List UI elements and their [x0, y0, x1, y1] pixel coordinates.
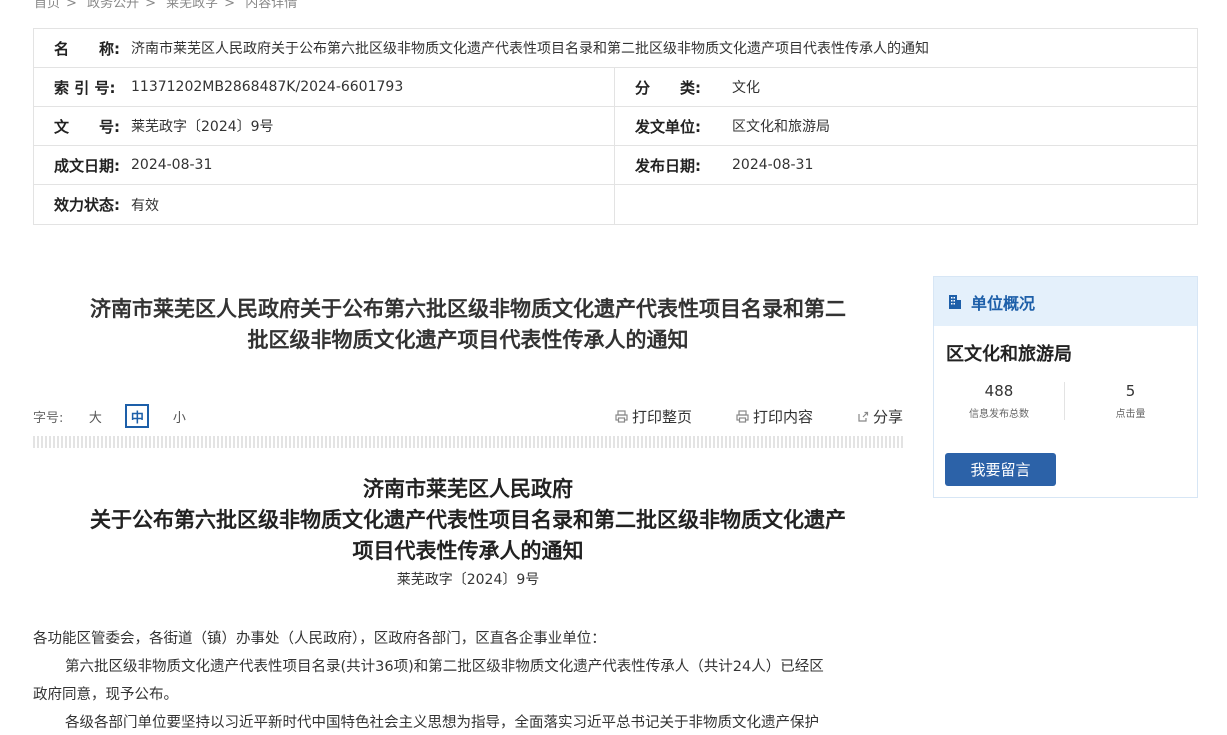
share-button[interactable]: 分享	[857, 406, 903, 427]
breadcrumb-detail: 内容详情	[245, 0, 298, 11]
building-icon	[949, 294, 961, 309]
unit-overview-title: 单位概况	[971, 293, 1036, 313]
document-heading-line3: 项目代表性传承人的通知	[352, 539, 584, 563]
print-content-label: 打印内容	[752, 408, 813, 426]
stat-posts: 488 信息发布总数	[934, 382, 1065, 420]
body-paragraph-2: 各级各部门单位要坚持以习近平新时代中国特色社会主义思想为指导，全面落实习近平总书…	[65, 715, 819, 731]
article-title-line1: 济南市莱芜区人民政府关于公布第六批区级非物质文化遗产代表性项目名录和第二	[90, 297, 846, 321]
unit-overview-panel: 单位概况 区文化和旅游局 488 信息发布总数 5 点击量 我要留言	[933, 276, 1198, 498]
article-title: 济南市莱芜区人民政府关于公布第六批区级非物质文化遗产代表性项目名录和第二 批区级…	[33, 294, 903, 356]
share-icon	[858, 411, 869, 422]
breadcrumb-laiwu-zhengzi[interactable]: 莱芜政字	[166, 0, 218, 11]
meta-row-dates: 成文日期: 2024-08-31 发布日期: 2024-08-31	[34, 146, 1197, 185]
meta-category-label: 分 类:	[635, 78, 701, 97]
share-label: 分享	[872, 408, 903, 426]
print-page-button[interactable]: 打印整页	[615, 406, 692, 427]
meta-index-value: 11371202MB2868487K/2024-6601793	[131, 79, 404, 95]
meta-status-label: 效力状态:	[54, 196, 120, 214]
breadcrumb-home[interactable]: 首页	[34, 0, 60, 11]
meta-published-value: 2024-08-31	[732, 157, 814, 173]
stat-posts-value: 488	[984, 382, 1014, 400]
meta-created-value: 2024-08-31	[131, 157, 213, 173]
document-meta-table: 名 称: 济南市莱芜区人民政府关于公布第六批区级非物质文化遗产代表性项目名录和第…	[33, 28, 1198, 225]
printer-icon	[615, 410, 628, 423]
unit-overview-header: 单位概况	[934, 277, 1197, 326]
meta-created-label: 成文日期:	[54, 156, 120, 175]
article-main: 济南市莱芜区人民政府关于公布第六批区级非物质文化遗产代表性项目名录和第二 批区级…	[33, 276, 903, 735]
meta-docno-label: 文 号:	[54, 117, 120, 136]
font-size-label: 字号:	[33, 410, 64, 426]
stat-clicks-value: 5	[1125, 382, 1136, 400]
meta-index-label: 索 引 号:	[54, 78, 116, 97]
meta-category-value: 文化	[732, 80, 760, 96]
printer-icon	[736, 410, 749, 423]
meta-issuer-label: 发文单位:	[635, 117, 701, 136]
font-size-switcher: 字号: 大 中 小	[33, 404, 209, 428]
stat-clicks-caption: 点击量	[1115, 409, 1146, 420]
stat-posts-caption: 信息发布总数	[969, 409, 1029, 420]
document-heading-line1: 济南市莱芜区人民政府	[363, 477, 573, 501]
meta-row-status: 效力状态: 有效	[34, 185, 1197, 224]
font-size-medium-button[interactable]: 中	[125, 404, 150, 428]
document-heading: 济南市莱芜区人民政府 关于公布第六批区级非物质文化遗产代表性项目名录和第二批区级…	[33, 474, 903, 567]
meta-row-name: 名 称: 济南市莱芜区人民政府关于公布第六批区级非物质文化遗产代表性项目名录和第…	[34, 29, 1197, 68]
meta-issuer-value: 区文化和旅游局	[732, 119, 830, 135]
meta-published-label: 发布日期:	[635, 156, 701, 175]
article-toolbar: 字号: 大 中 小 打印整页 打印内容 分享	[33, 400, 903, 430]
article-actions: 打印整页 打印内容 分享	[571, 406, 903, 427]
body-paragraph-addressees: 各功能区管委会，各街道（镇）办事处（人民政府），区政府各部门，区直各企事业单位：	[33, 631, 606, 647]
article-title-line2: 批区级非物质文化遗产项目代表性传承人的通知	[247, 328, 689, 352]
meta-status-value: 有效	[131, 197, 159, 214]
meta-row-index: 索 引 号: 11371202MB2868487K/2024-6601793 分…	[34, 68, 1197, 107]
breadcrumb: 首页 > 政务公开 > 莱芜政字 > 内容详情	[34, 0, 303, 11]
body-paragraph-1: 第六批区级非物质文化遗产代表性项目名录(共计36项)和第二批区级非物质文化遗产代…	[33, 659, 824, 703]
meta-row-docno: 文 号: 莱芜政字〔2024〕9号 发文单位: 区文化和旅游局	[34, 107, 1197, 146]
font-size-large-button[interactable]: 大	[83, 404, 107, 428]
divider-stripe	[33, 436, 903, 448]
unit-stats: 488 信息发布总数 5 点击量	[934, 382, 1197, 420]
unit-name: 区文化和旅游局	[946, 344, 1072, 365]
article-body: 各功能区管委会，各街道（镇）办事处（人民政府），区政府各部门，区直各企事业单位：…	[33, 625, 903, 735]
meta-docno-value: 莱芜政字〔2024〕9号	[131, 119, 274, 135]
document-heading-line2: 关于公布第六批区级非物质文化遗产代表性项目名录和第二批区级非物质文化遗产	[90, 508, 846, 532]
print-content-button[interactable]: 打印内容	[736, 406, 813, 427]
document-number: 莱芜政字〔2024〕9号	[396, 572, 540, 588]
leave-message-button[interactable]: 我要留言	[945, 453, 1056, 486]
meta-name-value: 济南市莱芜区人民政府关于公布第六批区级非物质文化遗产代表性项目名录和第二批区级非…	[131, 41, 929, 57]
breadcrumb-gov-affairs[interactable]: 政务公开	[87, 0, 139, 11]
print-page-label: 打印整页	[631, 408, 692, 426]
stat-clicks: 5 点击量	[1065, 382, 1196, 420]
font-size-small-button[interactable]: 小	[167, 404, 191, 428]
meta-name-label: 名 称:	[54, 39, 120, 58]
